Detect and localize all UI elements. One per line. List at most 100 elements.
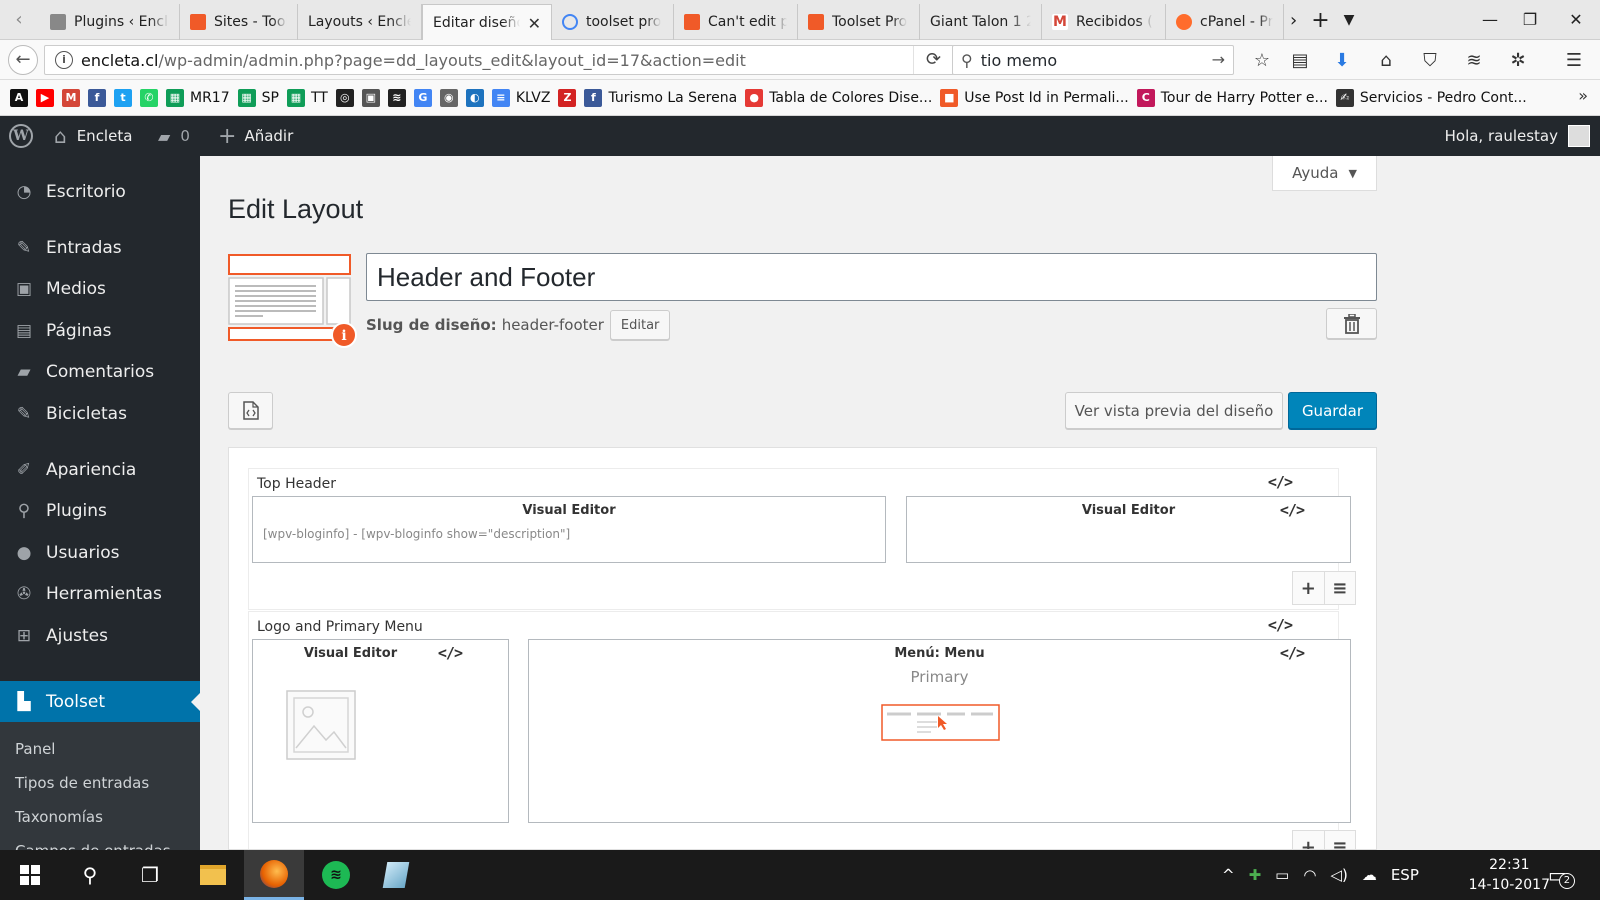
bookmark-item[interactable]: ◎ bbox=[335, 88, 354, 107]
hamburger-menu-icon[interactable]: ☰ bbox=[1562, 49, 1586, 73]
browser-tab[interactable]: toolset pro bbox=[552, 4, 674, 40]
tab-scroll-left-icon[interactable]: ‹ bbox=[6, 8, 32, 32]
url-bar[interactable]: i encleta.cl/wp-admin/admin.php?page=dd_… bbox=[44, 45, 954, 75]
site-info-icon[interactable]: i bbox=[55, 51, 73, 69]
language-indicator[interactable]: ESP bbox=[1391, 866, 1419, 884]
show-hidden-icons-chevron-up-icon[interactable]: ^ bbox=[1222, 866, 1235, 884]
bookmark-item[interactable]: t bbox=[114, 88, 132, 107]
edit-slug-button[interactable]: Editar bbox=[609, 310, 671, 340]
bookmark-item[interactable]: Z bbox=[558, 88, 577, 107]
volume-icon[interactable]: ◁) bbox=[1330, 866, 1347, 884]
back-arrow-icon[interactable]: ← bbox=[8, 45, 38, 75]
submenu-item-tipos-de-entradas[interactable]: Tipos de entradas bbox=[15, 774, 149, 792]
layout-cell-visual-editor[interactable]: Visual Editor [wpv-bloginfo] - [wpv-blog… bbox=[252, 496, 886, 563]
sidebar-item-escritorio[interactable]: ◔ Escritorio bbox=[0, 174, 200, 210]
browser-tab[interactable]: Plugins ‹ Encleta bbox=[40, 4, 180, 40]
bookmark-item[interactable]: ■ Use Post Id in Permali... bbox=[940, 88, 1129, 107]
sidebar-item-usuarios[interactable]: ● Usuarios bbox=[0, 535, 200, 571]
bookmark-item[interactable]: ≡ KLVZ bbox=[491, 88, 550, 107]
browser-tab[interactable]: Giant Talon 1 2 bbox=[920, 4, 1042, 40]
browser-tab[interactable]: M Recibidos ( bbox=[1042, 4, 1166, 40]
wordpress-logo-link[interactable]: W bbox=[9, 116, 33, 156]
sidebar-item-bicicletas[interactable]: ✎ Bicicletas bbox=[0, 396, 200, 432]
comments-link[interactable]: ▰ 0 bbox=[158, 116, 190, 156]
cell-code-icon[interactable]: </> bbox=[1280, 501, 1305, 519]
windows-start-icon[interactable] bbox=[0, 850, 60, 900]
notes-app-icon[interactable] bbox=[366, 850, 426, 900]
spotify-icon[interactable]: ≋ bbox=[306, 850, 366, 900]
bookmark-item[interactable]: ▶ bbox=[36, 88, 54, 107]
cloud-icon[interactable]: ☁ bbox=[1362, 866, 1377, 884]
taskbar-search-icon[interactable]: ⚲ bbox=[60, 850, 120, 900]
all-tabs-chevron-down-icon[interactable]: ▼ bbox=[1344, 12, 1355, 28]
extension-icon[interactable]: ✲ bbox=[1506, 49, 1530, 73]
bookmark-item[interactable]: ✍ Servicios - Pedro Cont... bbox=[1335, 88, 1527, 107]
row-menu-hamburger-icon[interactable]: ≡ bbox=[1323, 831, 1356, 849]
browser-tab[interactable]: Layouts ‹ Encleta bbox=[298, 4, 422, 40]
bookmark-star-icon[interactable]: ☆ bbox=[1250, 49, 1274, 73]
save-button[interactable]: Guardar bbox=[1288, 392, 1377, 429]
bookmark-item[interactable]: G bbox=[413, 88, 432, 107]
taskbar-clock[interactable]: 22:31 14-10-2017 bbox=[1469, 855, 1550, 895]
browser-tab[interactable]: Sites - Toolset bbox=[180, 4, 298, 40]
bookmark-item[interactable]: ✆ bbox=[140, 88, 158, 107]
add-new-link[interactable]: + Añadir bbox=[218, 116, 293, 156]
firefox-icon[interactable] bbox=[244, 850, 304, 900]
add-row-plus-icon[interactable]: + bbox=[1293, 572, 1324, 604]
submenu-item-campos-de-entradas[interactable]: Campos de entradas bbox=[15, 842, 171, 850]
account-menu[interactable]: Hola, raulestay bbox=[1445, 116, 1590, 156]
css-editor-button[interactable] bbox=[228, 392, 273, 429]
reading-list-icon[interactable]: ▤ bbox=[1288, 49, 1312, 73]
browser-tab-active[interactable]: Editar diseño ✕ bbox=[422, 4, 552, 41]
browser-tab[interactable]: cPanel - Pri bbox=[1166, 4, 1284, 40]
row-menu-hamburger-icon[interactable]: ≡ bbox=[1323, 572, 1356, 604]
downloads-icon[interactable]: ⬇ bbox=[1330, 49, 1354, 73]
bookmark-item[interactable]: ▣ bbox=[361, 88, 380, 107]
layout-cell-menu[interactable]: Menú: Menu </> Primary bbox=[528, 639, 1351, 823]
sidebar-item-apariencia[interactable]: ✐ Apariencia bbox=[0, 452, 200, 488]
sidebar-item-medios[interactable]: ▣ Medios bbox=[0, 271, 200, 307]
bookmark-item[interactable]: M bbox=[62, 88, 80, 107]
bookmark-item[interactable]: ▦ TT bbox=[286, 88, 328, 107]
bookmark-item[interactable]: ▦ SP bbox=[237, 88, 279, 107]
tab-close-icon[interactable]: ✕ bbox=[528, 14, 541, 33]
sidebar-item-herramientas[interactable]: ✇ Herramientas bbox=[0, 576, 200, 612]
cell-code-icon[interactable]: </> bbox=[1280, 644, 1305, 662]
sidebar-item-entradas[interactable]: ✎ Entradas bbox=[0, 230, 200, 266]
sidebar-item-paginas[interactable]: ▤ Páginas bbox=[0, 313, 200, 349]
sidebar-item-plugins[interactable]: ⚲ Plugins bbox=[0, 493, 200, 529]
layout-row-top-header[interactable]: Top Header </> Visual Editor [wpv-blogin… bbox=[248, 468, 1356, 610]
window-restore-icon[interactable]: ❐ bbox=[1510, 6, 1550, 34]
help-tab-button[interactable]: Ayuda ▼ bbox=[1272, 156, 1377, 191]
layout-row-logo-and-primary-menu[interactable]: Logo and Primary Menu </> Visual Editor … bbox=[248, 611, 1356, 849]
action-center-button[interactable]: ▭ 2 bbox=[1548, 850, 1575, 900]
task-view-icon[interactable]: ❐ bbox=[120, 850, 180, 900]
sidebar-item-comentarios[interactable]: ▰ Comentarios bbox=[0, 354, 200, 390]
layout-cell-visual-editor[interactable]: Visual Editor </> bbox=[906, 496, 1351, 563]
home-icon[interactable]: ⌂ bbox=[1374, 49, 1398, 73]
reload-icon[interactable]: ⟳ bbox=[913, 46, 953, 74]
row-code-icon[interactable]: </> bbox=[1268, 616, 1293, 634]
row-code-icon[interactable]: </> bbox=[1268, 473, 1293, 491]
bookmark-item[interactable]: C Tour de Harry Potter e... bbox=[1136, 88, 1328, 107]
window-minimize-icon[interactable]: — bbox=[1470, 6, 1510, 34]
bookmarks-overflow-icon[interactable]: » bbox=[1578, 86, 1588, 105]
cell-code-icon[interactable]: </> bbox=[438, 644, 463, 662]
bookmark-item[interactable]: f Turismo La Serena bbox=[584, 88, 737, 107]
search-input[interactable]: tio memo bbox=[981, 51, 1057, 70]
submenu-item-taxonomias[interactable]: Taxonomías bbox=[15, 808, 103, 826]
new-tab-icon[interactable]: + bbox=[1311, 8, 1329, 33]
layout-name-input[interactable] bbox=[366, 253, 1377, 301]
search-bar[interactable]: ⚲ tio memo → bbox=[952, 45, 1234, 75]
tab-scroll-right-icon[interactable]: › bbox=[1290, 10, 1297, 31]
sidebar-item-ajustes[interactable]: ⊞ Ajustes bbox=[0, 618, 200, 654]
window-close-icon[interactable]: ✕ bbox=[1556, 6, 1596, 34]
search-go-arrow-icon[interactable]: → bbox=[1212, 50, 1225, 69]
layers-icon[interactable]: ≋ bbox=[1462, 49, 1486, 73]
battery-icon[interactable]: ▭ bbox=[1275, 866, 1289, 884]
preview-layout-button[interactable]: Ver vista previa del diseño bbox=[1065, 392, 1283, 429]
bookmark-item[interactable]: ◐ bbox=[465, 88, 484, 107]
browser-tab[interactable]: Can't edit page bbox=[674, 4, 798, 40]
bookmark-item[interactable]: ◉ bbox=[439, 88, 458, 107]
delete-layout-button[interactable] bbox=[1326, 308, 1377, 339]
